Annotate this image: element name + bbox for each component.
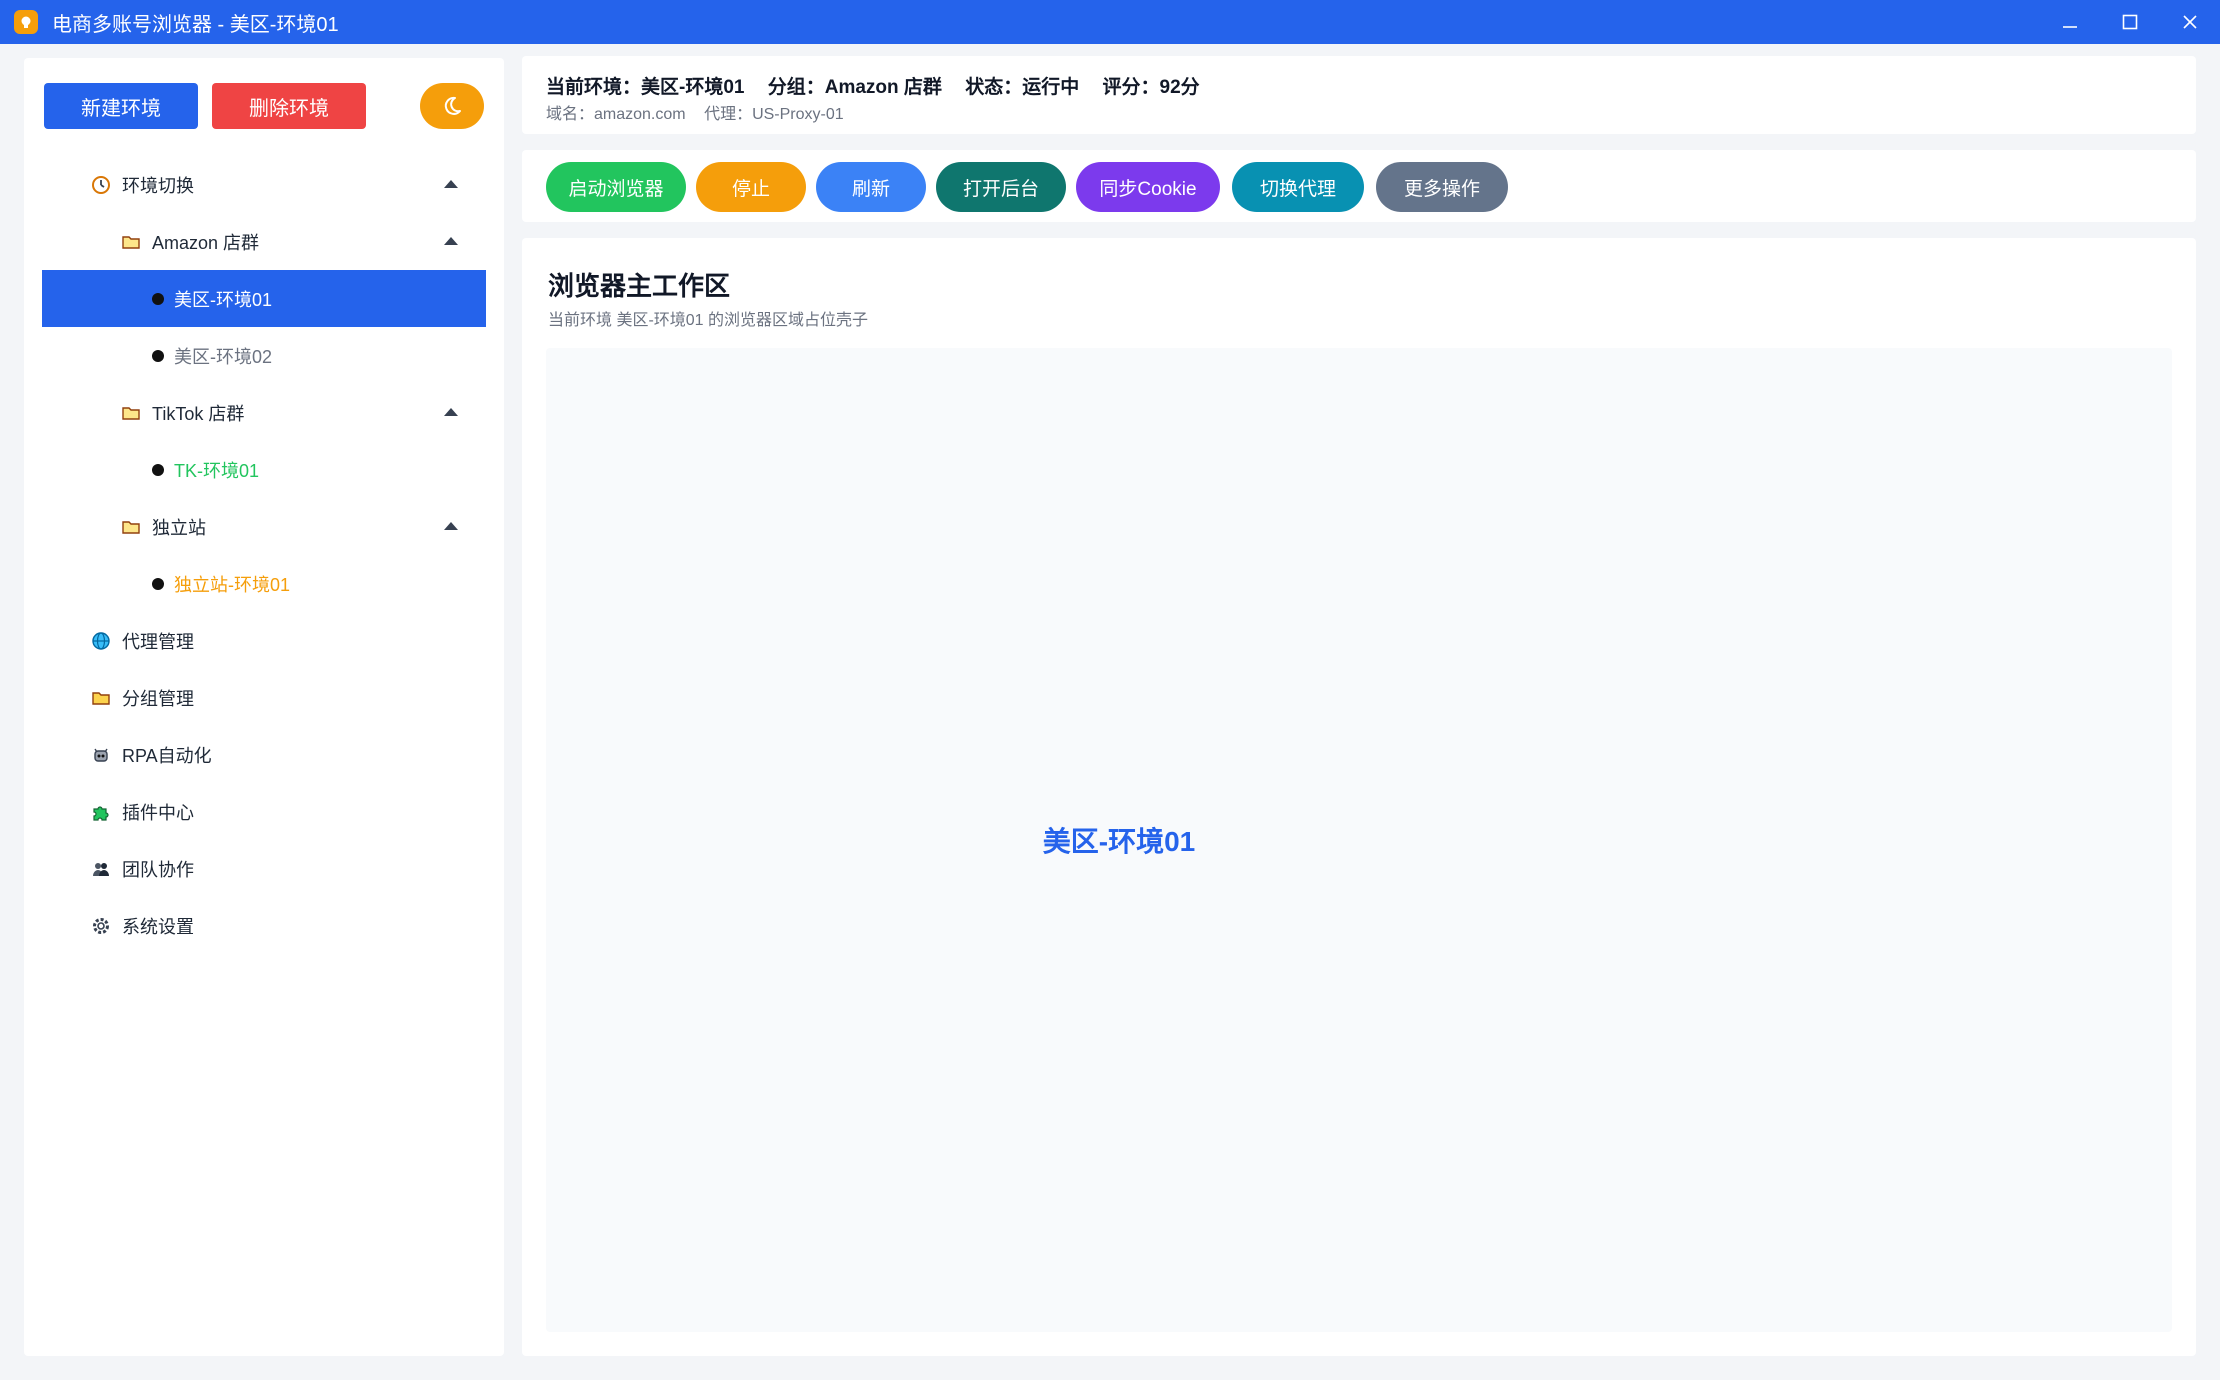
browser-workspace: 浏览器主工作区 当前环境 美区-环境01 的浏览器区域占位壳子 美区-环境01 bbox=[522, 238, 2196, 1356]
collapse-caret-icon[interactable] bbox=[444, 522, 458, 530]
env-us-02[interactable]: 美区-环境02 bbox=[42, 327, 486, 384]
nav-label: 环境切换 bbox=[122, 175, 194, 196]
new-environment-button[interactable]: 新建环境 bbox=[44, 83, 198, 129]
switch-proxy-button[interactable]: 切换代理 bbox=[1232, 162, 1364, 212]
proxy-text: 代理：US-Proxy-01 bbox=[704, 106, 844, 123]
group-independent-site[interactable]: 独立站 bbox=[42, 498, 486, 555]
env-dot-icon bbox=[152, 349, 164, 362]
navigation-tree: 环境切换 Amazon 店群 美区-环境01 美区-环境02 TikTok 店群 bbox=[42, 156, 486, 954]
workspace-subtitle: 当前环境 美区-环境01 的浏览器区域占位壳子 bbox=[548, 312, 869, 329]
workspace-title: 浏览器主工作区 bbox=[548, 271, 731, 301]
nav-system-settings[interactable]: 系统设置 bbox=[42, 897, 486, 954]
nav-label: 系统设置 bbox=[122, 916, 194, 937]
nav-plugin-center[interactable]: 插件中心 bbox=[42, 783, 486, 840]
env-dot-icon bbox=[152, 292, 164, 305]
group-label: 独立站 bbox=[152, 517, 206, 538]
moon-icon bbox=[444, 96, 461, 115]
more-actions-button[interactable]: 更多操作 bbox=[1376, 162, 1508, 212]
env-dot-icon bbox=[152, 463, 164, 476]
app-logo-icon bbox=[14, 10, 38, 34]
placeholder-environment-label: 美区-环境01 bbox=[1042, 826, 1196, 857]
env-label: 美区-环境01 bbox=[174, 289, 273, 310]
env-dot-icon bbox=[152, 577, 164, 590]
title-bar: 电商多账号浏览器 - 美区-环境01 bbox=[0, 0, 2220, 44]
open-backend-button[interactable]: 打开后台 bbox=[936, 162, 1066, 212]
group-tiktok[interactable]: TikTok 店群 bbox=[42, 384, 486, 441]
minimize-icon bbox=[2063, 26, 2077, 28]
collapse-caret-icon[interactable] bbox=[444, 180, 458, 188]
action-toolbar: 启动浏览器 停止 刷新 打开后台 同步Cookie 切换代理 更多操作 bbox=[522, 150, 2196, 222]
score-text: 评分：92分 bbox=[1102, 77, 1200, 98]
puzzle-icon bbox=[90, 801, 112, 823]
refresh-button[interactable]: 刷新 bbox=[816, 162, 926, 212]
nav-label: 插件中心 bbox=[122, 802, 194, 823]
stop-button[interactable]: 停止 bbox=[696, 162, 806, 212]
window-title: 电商多账号浏览器 - 美区-环境01 bbox=[52, 13, 339, 36]
nav-label: 团队协作 bbox=[122, 859, 194, 880]
maximize-icon bbox=[2122, 14, 2138, 30]
env-us-01[interactable]: 美区-环境01 bbox=[42, 270, 486, 327]
close-button[interactable] bbox=[2160, 0, 2220, 44]
folder-icon bbox=[120, 231, 142, 253]
browser-placeholder-area[interactable]: 美区-环境01 bbox=[546, 348, 2172, 1332]
gear-icon bbox=[90, 915, 112, 937]
globe-icon bbox=[90, 630, 112, 652]
nav-label: 代理管理 bbox=[122, 631, 194, 652]
folder-icon bbox=[90, 687, 112, 709]
env-site-01[interactable]: 独立站-环境01 bbox=[42, 555, 486, 612]
nav-environment-switch[interactable]: 环境切换 bbox=[42, 156, 486, 213]
group-text: 分组：Amazon 店群 bbox=[767, 77, 942, 98]
minimize-button[interactable] bbox=[2040, 0, 2100, 44]
group-label: Amazon 店群 bbox=[152, 232, 260, 253]
group-label: TikTok 店群 bbox=[152, 403, 245, 424]
maximize-button[interactable] bbox=[2100, 0, 2160, 44]
close-icon bbox=[2183, 15, 2197, 29]
collapse-caret-icon[interactable] bbox=[444, 408, 458, 416]
nav-group-management[interactable]: 分组管理 bbox=[42, 669, 486, 726]
robot-icon bbox=[90, 744, 112, 766]
nav-label: RPA自动化 bbox=[122, 745, 212, 766]
nav-proxy-management[interactable]: 代理管理 bbox=[42, 612, 486, 669]
current-environment-text: 当前环境：美区-环境01 bbox=[546, 77, 745, 98]
delete-environment-button[interactable]: 删除环境 bbox=[212, 83, 366, 129]
start-browser-button[interactable]: 启动浏览器 bbox=[546, 162, 686, 212]
status-text: 状态：运行中 bbox=[965, 77, 1080, 98]
folder-icon bbox=[120, 402, 142, 424]
env-label: TK-环境01 bbox=[174, 460, 260, 481]
nav-rpa-automation[interactable]: RPA自动化 bbox=[42, 726, 486, 783]
nav-label: 分组管理 bbox=[122, 688, 194, 709]
clock-icon bbox=[90, 174, 112, 196]
env-tk-01[interactable]: TK-环境01 bbox=[42, 441, 486, 498]
collapse-caret-icon[interactable] bbox=[444, 237, 458, 245]
domain-text: 域名：amazon.com bbox=[546, 106, 686, 123]
sidebar: 新建环境 删除环境 环境切换 Amazon 店群 美区-环境01 美区-环境02… bbox=[24, 58, 504, 1356]
env-label: 美区-环境02 bbox=[174, 346, 273, 367]
nav-team-collaboration[interactable]: 团队协作 bbox=[42, 840, 486, 897]
group-amazon[interactable]: Amazon 店群 bbox=[42, 213, 486, 270]
env-label: 独立站-环境01 bbox=[174, 574, 291, 595]
theme-toggle-button[interactable] bbox=[420, 83, 484, 129]
environment-info-panel: 当前环境：美区-环境01 分组：Amazon 店群 状态：运行中 评分：92分 … bbox=[522, 56, 2196, 134]
folder-icon bbox=[120, 516, 142, 538]
sync-cookie-button[interactable]: 同步Cookie bbox=[1076, 162, 1220, 212]
team-icon bbox=[90, 858, 112, 880]
